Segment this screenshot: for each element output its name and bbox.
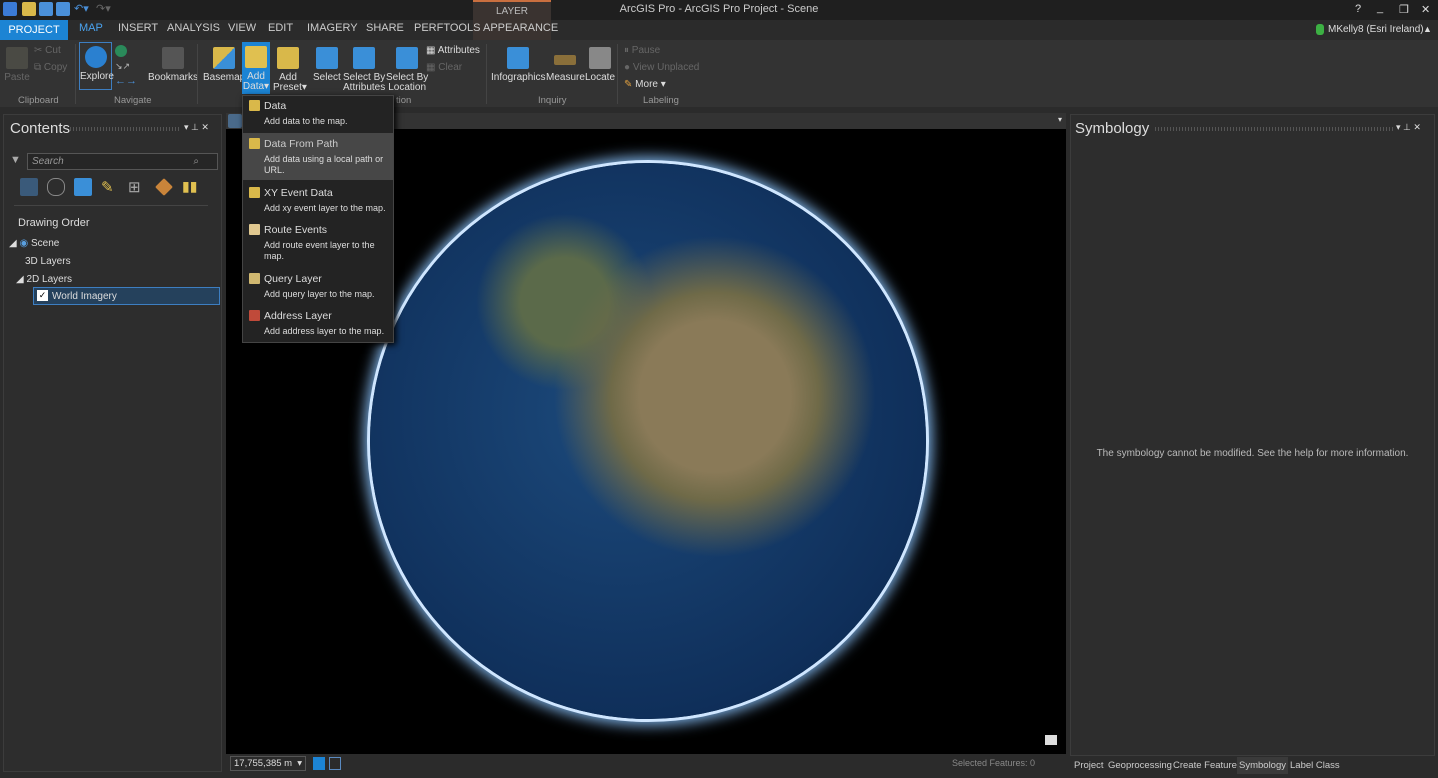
add-data-icon <box>249 100 260 111</box>
basemap-button[interactable]: Basemap <box>203 47 245 83</box>
tab-project[interactable]: PROJECT <box>0 20 68 40</box>
user-icon <box>1316 24 1324 35</box>
pane-menu-button[interactable]: ▾ ⊥ ✕ <box>184 122 209 133</box>
zoom-fixed-icon[interactable]: ↘↗ <box>115 61 130 72</box>
restore-button[interactable]: ❐ <box>1399 3 1409 16</box>
navigator-toggle-icon[interactable] <box>1045 735 1057 745</box>
user-account[interactable]: MKelly8 (Esri Ireland) <box>1328 24 1424 35</box>
scale-selector[interactable]: 17,755,385 m ▾ <box>230 756 306 771</box>
search-icon: ⌕ <box>193 156 199 167</box>
list-by-source-icon[interactable] <box>47 178 65 196</box>
globe[interactable] <box>370 163 926 719</box>
tab-appearance[interactable]: APPEARANCE <box>483 22 558 34</box>
bottom-pane-tabs: Project Geoprocessing Create Features Sy… <box>1070 757 1438 775</box>
tab-label-class[interactable]: Label Class <box>1290 760 1340 771</box>
list-by-editing-icon[interactable]: ✎ <box>101 178 119 196</box>
contextual-tab-group-layer: LAYER <box>473 0 551 40</box>
menu-item-route-events[interactable]: Route Events Add route event layer to the… <box>243 224 393 270</box>
infographics-button[interactable]: Infographics <box>491 47 545 83</box>
view-unplaced-button[interactable]: ● View Unplaced <box>624 63 699 73</box>
world-imagery-layer[interactable]: ✓ World Imagery <box>33 287 220 305</box>
view-dropdown[interactable]: ▾ <box>1058 115 1062 124</box>
group-labeling: Labeling <box>643 95 679 106</box>
contents-pane: Contents ▾ ⊥ ✕ ▼ Search ⌕ ✎ ⊞ ▮▮ Drawing … <box>3 114 222 772</box>
tab-project-pane[interactable]: Project <box>1074 760 1104 771</box>
menu-item-xy-event-data[interactable]: XY Event Data Add xy event layer to the m… <box>243 187 393 221</box>
filter-icon[interactable]: ▼ <box>10 154 21 166</box>
select-by-location-button[interactable]: Select By Location <box>386 47 428 93</box>
tab-create-features[interactable]: Create Features <box>1173 760 1242 771</box>
add-preset-button[interactable]: AddPreset▾ <box>273 47 307 93</box>
window-title: ArcGIS Pro - ArcGIS Pro Project - Scene <box>619 3 819 15</box>
query-layer-icon <box>249 273 260 284</box>
pane-menu-button[interactable]: ▾ ⊥ ✕ <box>1396 122 1421 133</box>
2d-layers-item[interactable]: ◢ 2D Layers <box>16 274 72 285</box>
address-layer-icon <box>249 310 260 321</box>
globe-icon: ◉ <box>19 238 29 249</box>
clear-button[interactable]: ▦ Clear <box>426 63 462 73</box>
collapse-ribbon-button[interactable]: ▲ <box>1423 24 1432 34</box>
tab-perftools[interactable]: PERFTOOLS <box>414 22 480 34</box>
tab-analysis[interactable]: ANALYSIS <box>167 22 220 34</box>
minimize-button[interactable]: _ <box>1377 2 1383 14</box>
symbology-pane: Symbology ▾ ⊥ ✕ The symbology cannot be … <box>1070 114 1435 756</box>
group-selection: tion <box>396 95 412 106</box>
select-by-attributes-button[interactable]: Select By Attributes <box>343 47 385 93</box>
copy-button[interactable]: ⧉ Copy <box>34 63 67 73</box>
tab-symbology[interactable]: Symbology <box>1237 757 1288 774</box>
menu-item-data[interactable]: Data Add data to the map. <box>243 100 393 134</box>
add-data-menu: Data Add data to the map. Data From Path A… <box>242 95 394 343</box>
tab-share[interactable]: SHARE <box>366 22 404 34</box>
layer-visibility-checkbox[interactable]: ✓ <box>37 290 48 301</box>
locate-button[interactable]: Locate <box>585 47 615 83</box>
route-events-icon <box>249 224 260 235</box>
tab-geoprocessing[interactable]: Geoprocessing <box>1108 760 1172 771</box>
group-clipboard: Clipboard <box>18 95 59 106</box>
group-inquiry: Inquiry <box>538 95 567 106</box>
scene-tab[interactable] <box>228 114 242 128</box>
attributes-button[interactable]: ▦ Attributes <box>426 46 480 56</box>
list-by-charts-icon[interactable]: ▮▮ <box>182 178 200 196</box>
pause-button[interactable]: ⏸ Pause <box>624 46 660 56</box>
tab-insert[interactable]: INSERT <box>118 22 158 34</box>
map-status-bar: 17,755,385 m ▾ Selected Features: 0 <box>226 754 1066 773</box>
tab-imagery[interactable]: IMAGERY <box>307 22 358 34</box>
paste-button[interactable]: Paste <box>4 47 30 83</box>
contents-search-input[interactable]: Search ⌕ <box>27 153 218 170</box>
symbology-title: Symbology <box>1075 120 1150 137</box>
title-bar: ↶▾ ↷▾ ArcGIS Pro - ArcGIS Pro Project - … <box>0 0 1438 20</box>
add-data-button[interactable]: Add Data▾ <box>242 42 270 94</box>
full-extent-icon[interactable] <box>115 45 127 57</box>
menu-item-query-layer[interactable]: Query Layer Add query layer to the map. <box>243 273 393 307</box>
navigation-mode-icon[interactable] <box>313 757 325 770</box>
menu-item-data-from-path[interactable]: Data From Path Add data using a local pat… <box>243 133 393 180</box>
tab-map[interactable]: MAP <box>79 22 103 34</box>
more-button[interactable]: ✎ More ▾ <box>624 80 666 90</box>
data-from-path-icon <box>249 138 260 149</box>
symbology-message: The symbology cannot be modified. See th… <box>1096 448 1409 459</box>
close-button[interactable]: ✕ <box>1421 3 1430 16</box>
drawing-order-heading: Drawing Order <box>18 217 90 229</box>
3d-layers-item[interactable]: 3D Layers <box>25 256 71 267</box>
back-forward-icon[interactable]: ←→ <box>115 75 137 87</box>
menu-item-address-layer[interactable]: Address Layer Add address layer to the ma… <box>243 310 393 344</box>
contents-title: Contents <box>10 120 71 137</box>
selected-features-count[interactable]: Selected Features: 0 <box>952 758 1035 768</box>
tab-view[interactable]: VIEW <box>228 22 256 34</box>
scene-item[interactable]: ◢ ◉ Scene <box>9 238 59 249</box>
bookmarks-button[interactable]: Bookmarks <box>148 47 198 83</box>
measure-button[interactable]: Measure <box>546 47 585 83</box>
list-by-labeling-icon[interactable] <box>155 178 173 196</box>
explore-button[interactable]: Explore <box>79 42 114 90</box>
list-by-snapping-icon[interactable]: ⊞ <box>128 178 146 196</box>
list-by-selection-icon[interactable] <box>74 178 92 196</box>
tab-edit[interactable]: EDIT <box>268 22 293 34</box>
list-by-drawing-order-icon[interactable] <box>20 178 38 196</box>
xy-event-data-icon <box>249 187 260 198</box>
group-navigate: Navigate <box>114 95 152 106</box>
snapping-icon[interactable] <box>329 757 341 770</box>
help-button[interactable]: ? <box>1355 3 1361 15</box>
select-button[interactable]: Select <box>313 47 341 83</box>
cut-button[interactable]: ✂ Cut <box>34 46 61 56</box>
